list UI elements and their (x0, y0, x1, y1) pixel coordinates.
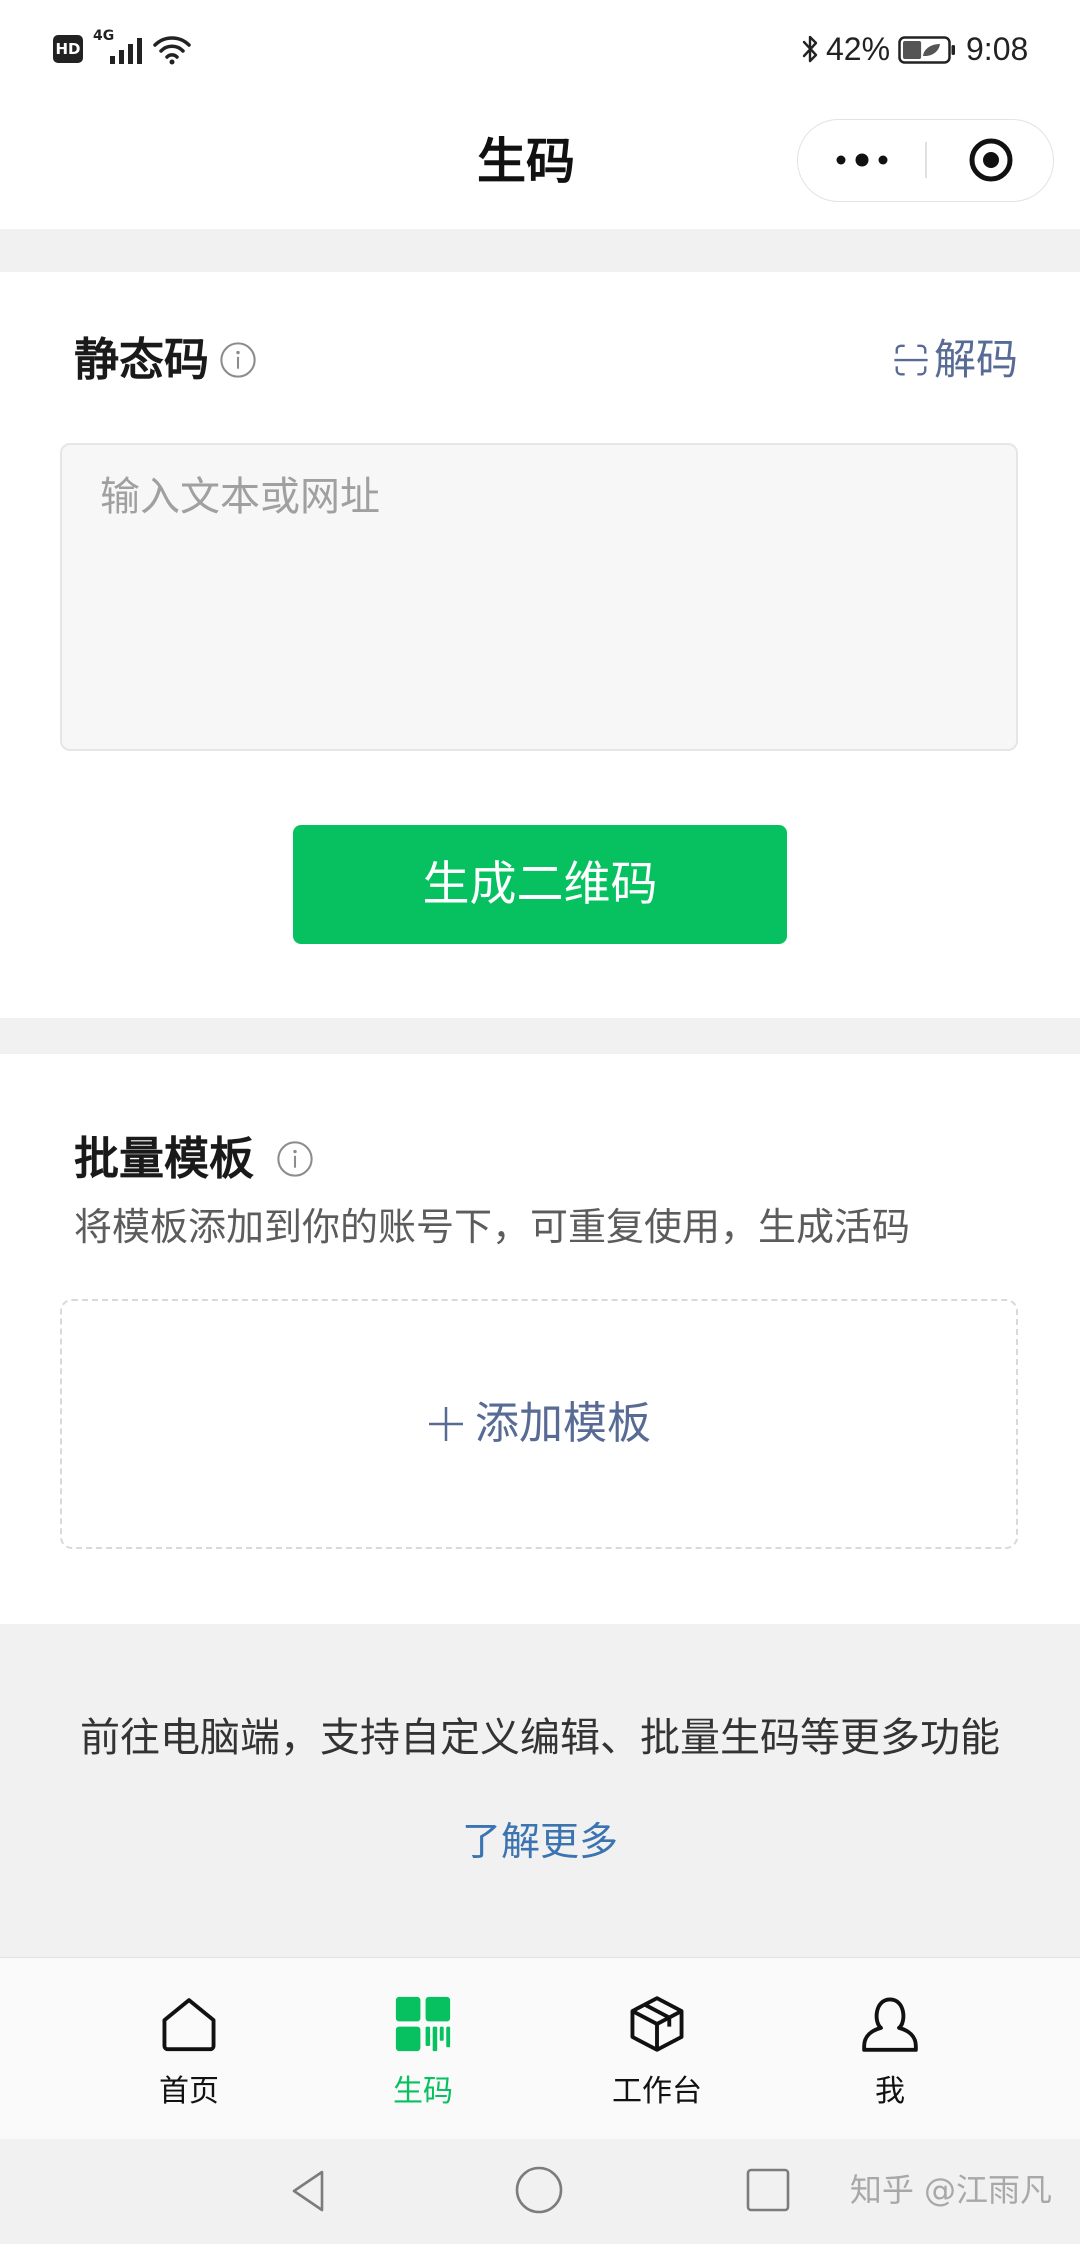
hd-badge: HD (53, 35, 83, 63)
clock-time: 9:08 (966, 31, 1029, 67)
learn-more-link[interactable]: 了解更多 (390, 1818, 690, 1868)
cellular-signal-icon (110, 38, 142, 64)
system-navigation-bar: 知乎 @江雨凡 (0, 2139, 1080, 2244)
tab-label: 生码 (393, 2074, 453, 2109)
close-button[interactable] (927, 120, 1055, 200)
tab-generate-code[interactable]: 生码 (306, 1958, 540, 2140)
batch-template-subtitle: 将模板添加到你的账号下，可重复使用，生成活码 (74, 1205, 911, 1249)
plus-icon (429, 1407, 463, 1441)
bluetooth-icon (802, 35, 818, 63)
info-icon[interactable] (276, 1140, 314, 1178)
tab-bar: 首页 生码 工作台 我 (0, 1957, 1080, 2139)
back-triangle-icon[interactable] (285, 2167, 331, 2215)
page-title: 生码 (476, 133, 575, 190)
home-icon (162, 1998, 216, 2052)
static-code-title: 静态码 (74, 333, 210, 386)
decode-label: 解码 (933, 335, 1018, 384)
battery-percent: 42% (826, 31, 891, 67)
battery-fill (903, 41, 922, 59)
text-url-input[interactable] (60, 443, 1018, 751)
profile-icon (862, 1997, 918, 2052)
tab-label: 首页 (159, 2074, 219, 2109)
recents-square-icon[interactable] (746, 2168, 790, 2212)
nav-bar: 生码 (0, 100, 1080, 229)
tab-label: 工作台 (612, 2074, 702, 2109)
tab-home[interactable]: 首页 (72, 1958, 306, 2140)
target-circle-icon (969, 138, 1013, 182)
decode-link[interactable]: 解码 (892, 336, 1018, 384)
home-circle-icon[interactable] (514, 2165, 564, 2215)
battery-icon (898, 36, 955, 64)
tab-me[interactable]: 我 (773, 1958, 1007, 2140)
batch-template-card: 批量模板 将模板添加到你的账号下，可重复使用，生成活码 添加模板 (0, 1054, 1080, 1624)
watermark: 知乎 @江雨凡 (849, 2171, 1052, 2209)
wifi-icon (153, 36, 191, 65)
desktop-promo: 前往电脑端，支持自定义编辑、批量生码等更多功能 了解更多 (0, 1624, 1080, 1957)
add-template-button[interactable]: 添加模板 (60, 1299, 1018, 1549)
qr-code-icon (395, 1996, 451, 2052)
batch-template-title: 批量模板 (74, 1132, 255, 1185)
workbench-box-icon (630, 1996, 684, 2052)
static-code-card: 静态码 解码 生成二维码 (0, 272, 1080, 1018)
desktop-promo-text: 前往电脑端，支持自定义编辑、批量生码等更多功能 (80, 1715, 1000, 1761)
tab-label: 我 (875, 2074, 905, 2109)
scan-icon (894, 344, 928, 376)
more-dots-icon (836, 153, 888, 167)
mini-program-capsule (797, 119, 1054, 202)
add-template-label: 添加模板 (475, 1398, 651, 1449)
more-button[interactable] (798, 120, 926, 200)
generate-qr-button[interactable]: 生成二维码 (293, 825, 787, 944)
tab-workbench[interactable]: 工作台 (540, 1958, 774, 2140)
info-icon[interactable] (219, 341, 257, 379)
status-bar: HD 4G 42% 9:08 (0, 0, 1080, 100)
